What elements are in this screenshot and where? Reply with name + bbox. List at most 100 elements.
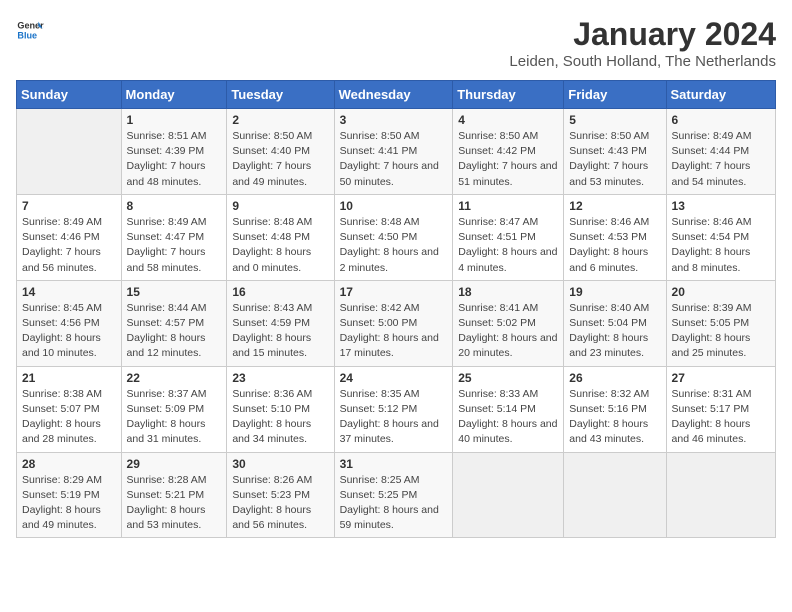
day-info: Sunrise: 8:35 AMSunset: 5:12 PMDaylight:… <box>340 387 448 448</box>
calendar-cell: 23Sunrise: 8:36 AMSunset: 5:10 PMDayligh… <box>227 366 334 452</box>
day-number: 30 <box>232 457 328 471</box>
day-info: Sunrise: 8:29 AMSunset: 5:19 PMDaylight:… <box>22 473 116 534</box>
col-header-tuesday: Tuesday <box>227 81 334 109</box>
day-info: Sunrise: 8:39 AMSunset: 5:05 PMDaylight:… <box>672 301 770 362</box>
calendar-cell: 10Sunrise: 8:48 AMSunset: 4:50 PMDayligh… <box>334 194 453 280</box>
calendar-cell: 6 Sunrise: 8:49 AMSunset: 4:44 PMDaylight… <box>666 109 775 195</box>
calendar-title: January 2024 <box>509 16 776 53</box>
day-number: 3 <box>340 113 448 127</box>
calendar-cell: 1 Sunrise: 8:51 AMSunset: 4:39 PMDaylight… <box>121 109 227 195</box>
day-number: 11 <box>458 199 558 213</box>
day-number: 22 <box>127 371 222 385</box>
day-number: 6 <box>672 113 770 127</box>
day-number: 5 <box>569 113 660 127</box>
day-number: 2 <box>232 113 328 127</box>
day-info: Sunrise: 8:50 AMSunset: 4:43 PMDaylight:… <box>569 129 660 190</box>
day-info: Sunrise: 8:46 AMSunset: 4:54 PMDaylight:… <box>672 215 770 276</box>
calendar-cell: 29Sunrise: 8:28 AMSunset: 5:21 PMDayligh… <box>121 452 227 538</box>
day-number: 7 <box>22 199 116 213</box>
title-block: January 2024 Leiden, South Holland, The … <box>509 16 776 70</box>
calendar-table: SundayMondayTuesdayWednesdayThursdayFrid… <box>16 80 776 538</box>
day-info: Sunrise: 8:38 AMSunset: 5:07 PMDaylight:… <box>22 387 116 448</box>
page-header: General Blue January 2024 Leiden, South … <box>16 16 776 70</box>
col-header-saturday: Saturday <box>666 81 775 109</box>
logo-icon: General Blue <box>16 16 44 44</box>
day-info: Sunrise: 8:48 AMSunset: 4:48 PMDaylight:… <box>232 215 328 276</box>
day-number: 9 <box>232 199 328 213</box>
col-header-thursday: Thursday <box>453 81 564 109</box>
day-info: Sunrise: 8:51 AMSunset: 4:39 PMDaylight:… <box>127 129 222 190</box>
day-info: Sunrise: 8:37 AMSunset: 5:09 PMDaylight:… <box>127 387 222 448</box>
day-number: 19 <box>569 285 660 299</box>
day-number: 21 <box>22 371 116 385</box>
day-number: 16 <box>232 285 328 299</box>
calendar-cell: 27 Sunrise: 8:31 AMSunset: 5:17 PMDayligh… <box>666 366 775 452</box>
week-row-4: 28Sunrise: 8:29 AMSunset: 5:19 PMDayligh… <box>17 452 776 538</box>
day-number: 13 <box>672 199 770 213</box>
calendar-cell: 13 Sunrise: 8:46 AMSunset: 4:54 PMDayligh… <box>666 194 775 280</box>
day-info: Sunrise: 8:25 AMSunset: 5:25 PMDaylight:… <box>340 473 448 534</box>
day-number: 4 <box>458 113 558 127</box>
calendar-cell: 4 Sunrise: 8:50 AMSunset: 4:42 PMDaylight… <box>453 109 564 195</box>
day-info: Sunrise: 8:28 AMSunset: 5:21 PMDaylight:… <box>127 473 222 534</box>
calendar-cell: 14 Sunrise: 8:45 AMSunset: 4:56 PMDayligh… <box>17 280 122 366</box>
week-row-3: 21 Sunrise: 8:38 AMSunset: 5:07 PMDayligh… <box>17 366 776 452</box>
calendar-cell: 3 Sunrise: 8:50 AMSunset: 4:41 PMDaylight… <box>334 109 453 195</box>
day-number: 12 <box>569 199 660 213</box>
calendar-cell: 26 Sunrise: 8:32 AMSunset: 5:16 PMDayligh… <box>564 366 666 452</box>
day-number: 20 <box>672 285 770 299</box>
calendar-cell: 21 Sunrise: 8:38 AMSunset: 5:07 PMDayligh… <box>17 366 122 452</box>
day-info: Sunrise: 8:33 AMSunset: 5:14 PMDaylight:… <box>458 387 558 448</box>
col-header-friday: Friday <box>564 81 666 109</box>
calendar-cell: 24 Sunrise: 8:35 AMSunset: 5:12 PMDayligh… <box>334 366 453 452</box>
day-info: Sunrise: 8:41 AMSunset: 5:02 PMDaylight:… <box>458 301 558 362</box>
day-number: 27 <box>672 371 770 385</box>
calendar-cell: 22 Sunrise: 8:37 AMSunset: 5:09 PMDayligh… <box>121 366 227 452</box>
day-info: Sunrise: 8:48 AMSunset: 4:50 PMDaylight:… <box>340 215 448 276</box>
week-row-2: 14 Sunrise: 8:45 AMSunset: 4:56 PMDayligh… <box>17 280 776 366</box>
calendar-cell: 2 Sunrise: 8:50 AMSunset: 4:40 PMDaylight… <box>227 109 334 195</box>
day-info: Sunrise: 8:42 AMSunset: 5:00 PMDaylight:… <box>340 301 448 362</box>
day-info: Sunrise: 8:49 AMSunset: 4:46 PMDaylight:… <box>22 215 116 276</box>
calendar-cell: 8 Sunrise: 8:49 AMSunset: 4:47 PMDaylight… <box>121 194 227 280</box>
day-info: Sunrise: 8:36 AMSunset: 5:10 PMDaylight:… <box>232 387 328 448</box>
calendar-cell: 17 Sunrise: 8:42 AMSunset: 5:00 PMDayligh… <box>334 280 453 366</box>
calendar-cell: 31 Sunrise: 8:25 AMSunset: 5:25 PMDayligh… <box>334 452 453 538</box>
day-info: Sunrise: 8:26 AMSunset: 5:23 PMDaylight:… <box>232 473 328 534</box>
day-info: Sunrise: 8:32 AMSunset: 5:16 PMDaylight:… <box>569 387 660 448</box>
day-info: Sunrise: 8:43 AMSunset: 4:59 PMDaylight:… <box>232 301 328 362</box>
day-number: 18 <box>458 285 558 299</box>
day-info: Sunrise: 8:49 AMSunset: 4:47 PMDaylight:… <box>127 215 222 276</box>
day-info: Sunrise: 8:46 AMSunset: 4:53 PMDaylight:… <box>569 215 660 276</box>
day-info: Sunrise: 8:44 AMSunset: 4:57 PMDaylight:… <box>127 301 222 362</box>
day-info: Sunrise: 8:47 AMSunset: 4:51 PMDaylight:… <box>458 215 558 276</box>
day-number: 26 <box>569 371 660 385</box>
day-number: 8 <box>127 199 222 213</box>
calendar-cell: 15Sunrise: 8:44 AMSunset: 4:57 PMDayligh… <box>121 280 227 366</box>
logo: General Blue <box>16 16 44 44</box>
day-info: Sunrise: 8:31 AMSunset: 5:17 PMDaylight:… <box>672 387 770 448</box>
day-info: Sunrise: 8:45 AMSunset: 4:56 PMDaylight:… <box>22 301 116 362</box>
day-number: 17 <box>340 285 448 299</box>
day-number: 14 <box>22 285 116 299</box>
days-header-row: SundayMondayTuesdayWednesdayThursdayFrid… <box>17 81 776 109</box>
day-number: 25 <box>458 371 558 385</box>
day-info: Sunrise: 8:50 AMSunset: 4:41 PMDaylight:… <box>340 129 448 190</box>
calendar-cell <box>666 452 775 538</box>
calendar-cell <box>564 452 666 538</box>
day-info: Sunrise: 8:49 AMSunset: 4:44 PMDaylight:… <box>672 129 770 190</box>
calendar-cell <box>453 452 564 538</box>
calendar-cell: 5 Sunrise: 8:50 AMSunset: 4:43 PMDaylight… <box>564 109 666 195</box>
day-number: 31 <box>340 457 448 471</box>
calendar-cell: 7 Sunrise: 8:49 AMSunset: 4:46 PMDaylight… <box>17 194 122 280</box>
calendar-cell <box>17 109 122 195</box>
col-header-monday: Monday <box>121 81 227 109</box>
day-number: 1 <box>127 113 222 127</box>
day-info: Sunrise: 8:50 AMSunset: 4:42 PMDaylight:… <box>458 129 558 190</box>
day-number: 24 <box>340 371 448 385</box>
col-header-wednesday: Wednesday <box>334 81 453 109</box>
calendar-cell: 28Sunrise: 8:29 AMSunset: 5:19 PMDayligh… <box>17 452 122 538</box>
calendar-cell: 30 Sunrise: 8:26 AMSunset: 5:23 PMDayligh… <box>227 452 334 538</box>
calendar-cell: 9 Sunrise: 8:48 AMSunset: 4:48 PMDaylight… <box>227 194 334 280</box>
day-info: Sunrise: 8:50 AMSunset: 4:40 PMDaylight:… <box>232 129 328 190</box>
